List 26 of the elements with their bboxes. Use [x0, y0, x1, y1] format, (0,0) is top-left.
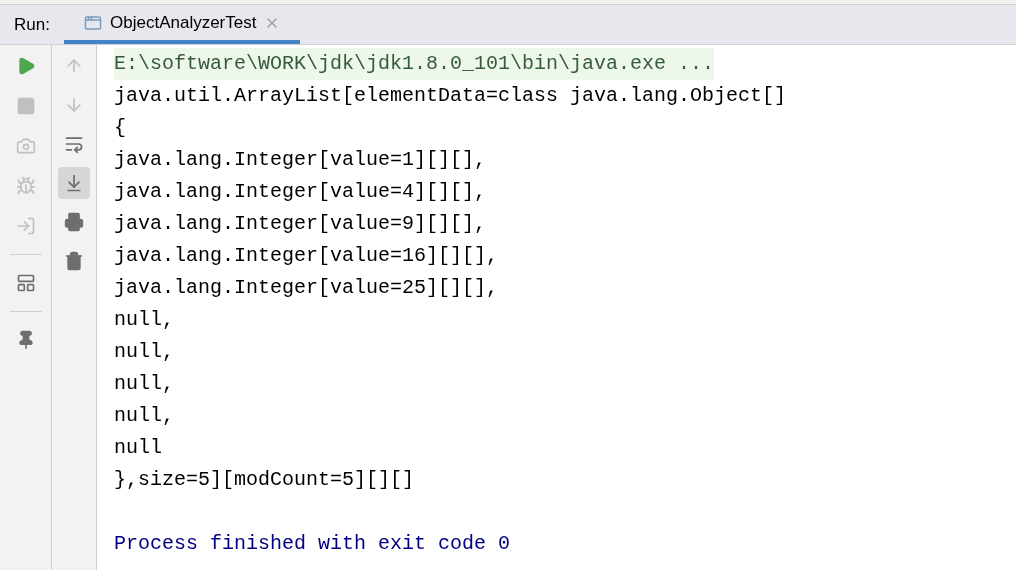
console-line: Process finished with exit code 0	[114, 531, 511, 557]
console-line: java.lang.Integer[value=1][][],	[114, 147, 487, 173]
console-line: null,	[114, 339, 174, 365]
console-line: java.lang.Integer[value=9][][],	[114, 211, 487, 237]
trash-icon	[64, 251, 84, 271]
console-line: null,	[114, 307, 174, 333]
console-line: },size=5][modCount=5][][]	[114, 467, 415, 493]
bug-icon	[15, 176, 36, 196]
console-line: null,	[114, 403, 174, 429]
wrap-icon	[64, 134, 84, 154]
camera-icon	[15, 136, 36, 156]
console-line: java.lang.Integer[value=25][][],	[114, 275, 499, 301]
tab-title: ObjectAnalyzerTest	[110, 11, 257, 34]
scroll-to-end-icon	[64, 173, 84, 193]
console-line: java.lang.Integer[value=4][][],	[114, 179, 487, 205]
console-line: java.util.ArrayList[elementData=class java.lang.Object[]	[114, 83, 787, 109]
run-label: Run:	[14, 13, 51, 36]
console-line: {	[114, 115, 126, 141]
console-line: java.lang.Integer[value=16][][],	[114, 243, 499, 269]
scroll-to-end-button[interactable]	[58, 167, 90, 199]
layout-icon	[15, 273, 36, 293]
console-line: null,	[114, 371, 174, 397]
stop-icon	[15, 96, 36, 116]
enter-icon	[15, 216, 36, 236]
console-line: null	[114, 435, 162, 461]
window-icon	[84, 13, 102, 32]
